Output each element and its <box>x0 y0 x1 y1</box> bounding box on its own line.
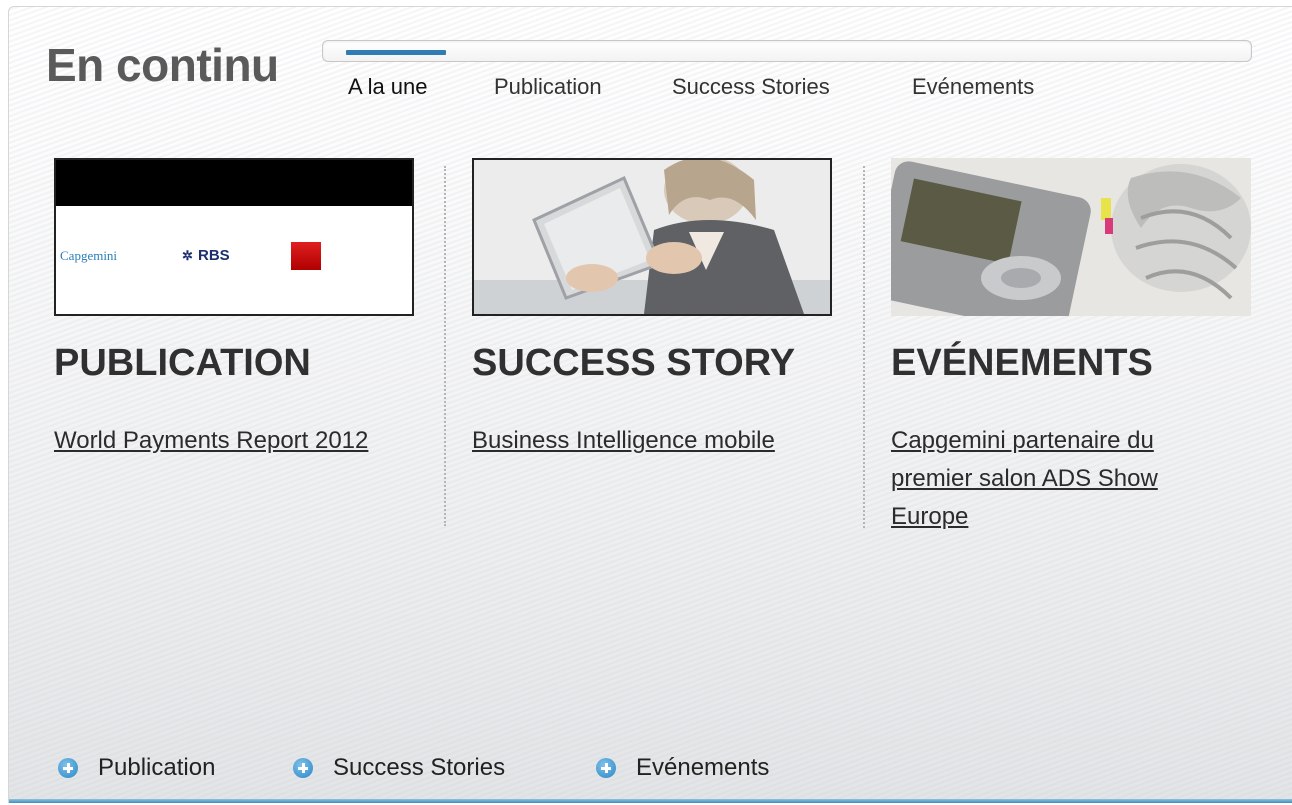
footer-link-label: Success Stories <box>333 754 506 781</box>
column-divider <box>444 166 446 526</box>
category-heading: SUCCESS STORY <box>472 342 796 384</box>
article-link[interactable]: World Payments Report 2012 <box>54 422 394 460</box>
thumbnail-black-band <box>56 160 412 206</box>
footer-link-publication[interactable]: Publication <box>58 754 215 782</box>
tab-publication[interactable]: Publication <box>494 74 602 100</box>
article-link[interactable]: Business Intelligence mobile <box>472 422 812 460</box>
section-title: En continu <box>46 39 279 91</box>
publication-thumbnail[interactable]: Capgemini ✲ RBS <box>54 158 414 316</box>
tab-evenements[interactable]: Evénements <box>912 74 1034 100</box>
evenements-thumbnail[interactable] <box>891 158 1251 316</box>
category-heading: EVÉNEMENTS <box>891 342 1153 384</box>
rbs-logo: RBS <box>198 247 230 264</box>
capgemini-logo: Capgemini <box>60 248 118 263</box>
footer-link-label: Publication <box>98 754 216 781</box>
tab-a-la-une[interactable]: A la une <box>348 74 428 100</box>
column-divider <box>863 166 865 528</box>
pda-newspaper-image <box>891 158 1251 316</box>
plus-circle-icon <box>58 758 78 778</box>
plus-circle-icon <box>293 758 313 778</box>
woman-with-tablet-image <box>474 160 830 314</box>
column-success-story: SUCCESS STORY Business Intelligence mobi… <box>472 158 834 454</box>
rbs-logo-icon: ✲ <box>182 248 193 263</box>
bottom-accent-line <box>9 799 1292 803</box>
column-evenements: EVÉNEMENTS Capgemini partenaire du premi… <box>891 158 1253 530</box>
plus-circle-icon <box>596 758 616 778</box>
efma-logo-icon <box>291 242 321 270</box>
tab-success-stories[interactable]: Success Stories <box>672 74 830 100</box>
tabs-progress-track <box>322 40 1252 62</box>
success-story-thumbnail[interactable] <box>472 158 832 316</box>
column-publication: Capgemini ✲ RBS PUBLICATION World Paymen… <box>54 158 416 454</box>
active-tab-indicator <box>346 50 446 55</box>
footer-link-success-stories[interactable]: Success Stories <box>293 754 505 782</box>
en-continu-widget <box>8 6 1292 803</box>
category-heading: PUBLICATION <box>54 342 311 384</box>
footer-link-label: Evénements <box>636 754 770 781</box>
article-link[interactable]: Capgemini partenaire du premier salon AD… <box>891 422 1231 536</box>
footer-link-evenements[interactable]: Evénements <box>596 754 769 782</box>
